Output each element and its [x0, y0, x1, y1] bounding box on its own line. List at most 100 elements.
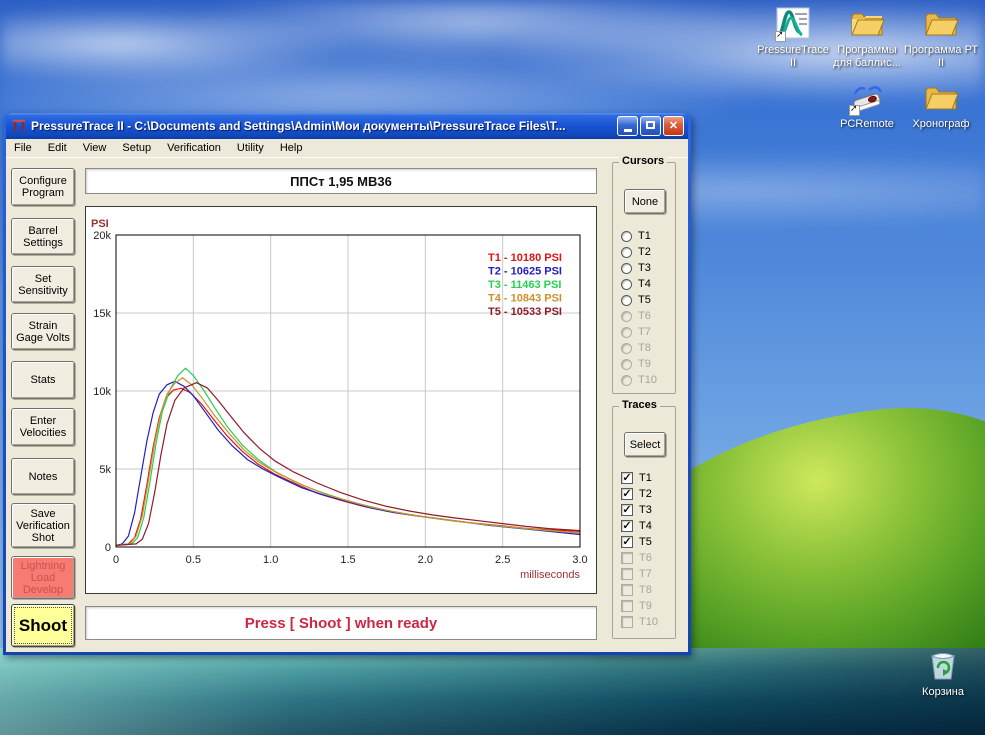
- shot-title-text: ППСт 1,95 МВ36: [290, 174, 392, 189]
- cursor-label: T9: [638, 358, 651, 370]
- legend-entry-t4: T4 - 10843 PSI: [488, 293, 562, 305]
- trace-checkbox-t9: [621, 600, 633, 612]
- cursor-row-t8: T8: [621, 341, 651, 355]
- x-tick-label: 2.0: [418, 554, 433, 566]
- trace-row-t5: ✓ T5: [621, 535, 652, 549]
- trace-label: T1: [639, 472, 652, 484]
- traces-groupbox: Traces Select ✓T1✓T2✓T3✓T4✓T5T6T7T8T9T10: [612, 406, 676, 639]
- desktop-icon-pressuretrace[interactable]: PressureTrace II: [754, 6, 832, 70]
- cursor-row-t10: T10: [621, 373, 657, 387]
- pressuretrace-app-icon: [775, 6, 811, 42]
- trace-label: T9: [639, 600, 652, 612]
- x-tick-label: 2.5: [495, 554, 510, 566]
- minimize-button[interactable]: [617, 116, 638, 136]
- set-sensitivity-button[interactable]: Set Sensitivity: [11, 266, 75, 303]
- status-message-box: Press [ Shoot ] when ready: [85, 606, 597, 640]
- cursors-groupbox-title: Cursors: [619, 155, 667, 167]
- trace-label: T5: [639, 536, 652, 548]
- trace-row-t10: T10: [621, 615, 658, 629]
- desktop-icon-folder-program-pt[interactable]: Программа РТ II: [902, 6, 980, 70]
- trace-checkbox-t7: [621, 568, 633, 580]
- desktop-icon-pcremote[interactable]: PCRemote: [828, 80, 906, 131]
- strain-gage-volts-button[interactable]: Strain Gage Volts: [11, 313, 75, 350]
- menu-item-utility[interactable]: Utility: [229, 140, 272, 156]
- notes-button[interactable]: Notes: [11, 458, 75, 495]
- cursor-label: T6: [638, 310, 651, 322]
- menu-item-edit[interactable]: Edit: [40, 140, 75, 156]
- save-verification-shot-button[interactable]: Save Verification Shot: [11, 503, 75, 548]
- cursor-radio-t5[interactable]: [621, 295, 632, 306]
- shoot-button[interactable]: Shoot: [11, 604, 75, 647]
- cursor-row-t3: T3: [621, 261, 651, 275]
- desktop-icon-recycle-bin[interactable]: Корзина: [904, 648, 982, 699]
- close-button[interactable]: ✕: [663, 116, 684, 136]
- cursor-radio-t3[interactable]: [621, 263, 632, 274]
- menu-item-setup[interactable]: Setup: [114, 140, 159, 156]
- app-icon: [11, 118, 27, 134]
- cursor-radio-t4[interactable]: [621, 279, 632, 290]
- y-tick-label: 5k: [99, 464, 111, 476]
- menu-item-file[interactable]: File: [6, 140, 40, 156]
- menu-item-view[interactable]: View: [75, 140, 115, 156]
- cursor-row-t6: T6: [621, 309, 651, 323]
- desktop-icon-folder-chronograph[interactable]: Хронограф: [902, 80, 980, 131]
- cursor-row-t4: T4: [621, 277, 651, 291]
- cursors-none-button[interactable]: None: [624, 189, 666, 214]
- folder-icon: [923, 6, 959, 42]
- menu-item-help[interactable]: Help: [272, 140, 311, 156]
- trace-label: T2: [639, 488, 652, 500]
- trace-row-t3: ✓T3: [621, 503, 652, 517]
- shortcut-arrow-icon: [849, 105, 860, 116]
- shot-title-field[interactable]: ППСт 1,95 МВ36: [85, 168, 597, 194]
- trace-checkbox-t6: [621, 552, 633, 564]
- y-tick-label: 10k: [93, 386, 111, 398]
- cursor-label: T7: [638, 326, 651, 338]
- cursor-label: T5: [638, 294, 651, 306]
- trace-label: T4: [639, 520, 652, 532]
- cursor-radio-t2[interactable]: [621, 247, 632, 258]
- x-tick-label: 3.0: [572, 554, 587, 566]
- cursor-radio-t1[interactable]: [621, 231, 632, 242]
- window-title: PressureTrace II - C:\Documents and Sett…: [27, 119, 615, 133]
- desktop-icon-label: Хронограф: [902, 118, 980, 131]
- cursor-row-t1: T1: [621, 229, 651, 243]
- trace-row-t2: ✓ T2: [621, 487, 652, 501]
- desktop-icon-label: PressureTrace II: [754, 44, 832, 70]
- x-tick-label: 0: [113, 554, 119, 566]
- trace-checkbox-t5[interactable]: ✓: [621, 536, 633, 548]
- pressure-chart-panel: 00.51.01.52.02.53.005k10k15k20kPSImillis…: [85, 206, 597, 594]
- configure-program-button[interactable]: Configure Program: [11, 168, 75, 206]
- cursor-label: T4: [638, 278, 651, 290]
- y-tick-label: 20k: [93, 230, 111, 242]
- app-window-pressuretrace: PressureTrace II - C:\Documents and Sett…: [3, 113, 691, 655]
- trace-checkbox-t4[interactable]: ✓: [621, 520, 633, 532]
- cursor-row-t2: T2: [621, 245, 651, 259]
- trace-label: T7: [639, 568, 652, 580]
- pcremote-device-icon: [849, 80, 885, 116]
- trace-row-t1: ✓ T1: [621, 471, 652, 485]
- folder-icon: [923, 80, 959, 116]
- desktop-icon-label: Корзина: [904, 686, 982, 699]
- trace-label: T8: [639, 584, 652, 596]
- trace-row-t7: T7: [621, 567, 652, 581]
- lightning-load-develop-button[interactable]: Lightning Load Develop: [11, 556, 75, 599]
- x-axis-title: milliseconds: [520, 569, 580, 581]
- traces-select-button[interactable]: Select: [624, 432, 666, 457]
- title-bar[interactable]: PressureTrace II - C:\Documents and Sett…: [6, 113, 688, 139]
- y-tick-label: 0: [105, 542, 111, 554]
- status-message-text: Press [ Shoot ] when ready: [245, 615, 438, 632]
- desktop-icon-label: Программа РТ II: [902, 44, 980, 70]
- stats-button[interactable]: Stats: [11, 361, 75, 399]
- chart-legend: T1 - 10180 PSIT2 - 10625 PSIT3 - 11463 P…: [488, 252, 562, 318]
- desktop-icon-folder-ballistics[interactable]: Программы для баллис...: [828, 6, 906, 70]
- enter-velocities-button[interactable]: Enter Velocities: [11, 408, 75, 446]
- trace-checkbox-t3[interactable]: ✓: [621, 504, 633, 516]
- menu-item-verification[interactable]: Verification: [159, 140, 229, 156]
- maximize-button[interactable]: [640, 116, 661, 136]
- trace-checkbox-t1[interactable]: ✓: [621, 472, 633, 484]
- cursor-row-t5: T5: [621, 293, 651, 307]
- desktop-wallpaper-water: [0, 648, 985, 735]
- trace-checkbox-t2[interactable]: ✓: [621, 488, 633, 500]
- folder-icon: [849, 6, 885, 42]
- barrel-settings-button[interactable]: Barrel Settings: [11, 218, 75, 255]
